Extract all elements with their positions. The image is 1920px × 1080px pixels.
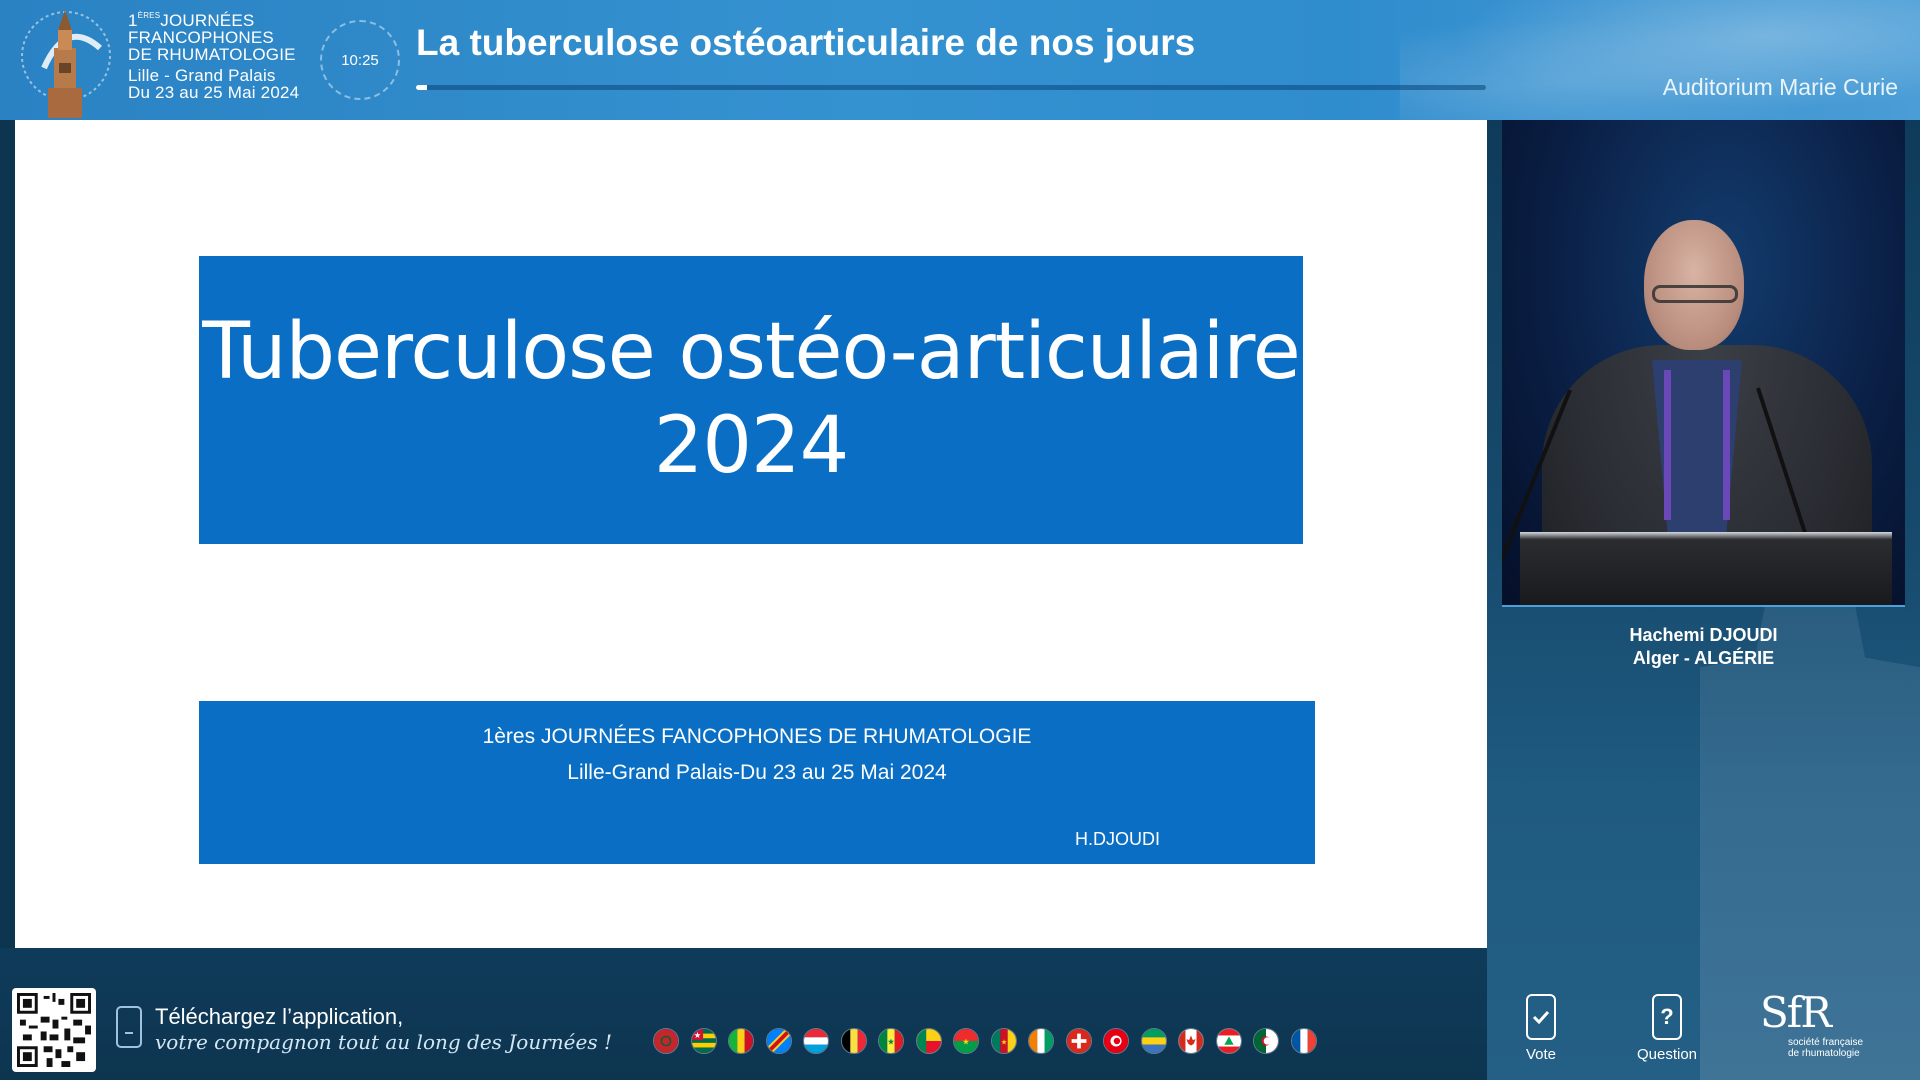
- app-qr-code[interactable]: [12, 988, 96, 1072]
- vote-button[interactable]: Vote: [1496, 994, 1586, 1068]
- question-button[interactable]: ? Question: [1622, 994, 1712, 1068]
- switzerland-flag-icon: [1065, 1028, 1092, 1054]
- svg-text:★: ★: [962, 1037, 969, 1047]
- algeria-flag-icon: [1253, 1028, 1279, 1054]
- svg-text:★: ★: [693, 1030, 700, 1040]
- session-clock: 10:25: [320, 20, 400, 100]
- sfr-logo-subtitle-line1: société française: [1788, 1037, 1864, 1048]
- speaker-video: [1502, 120, 1905, 607]
- app-download-heading: Téléchargez l’application,: [155, 1004, 404, 1029]
- speaker-caption: Hachemi DJOUDI Alger - ALGÉRIE: [1502, 624, 1905, 670]
- slide-title-line1: Tuberculose ostéo-articulaire: [202, 307, 1300, 398]
- slide-author: H.DJOUDI: [1075, 829, 1160, 849]
- session-title: La tuberculose ostéoarticulaire de nos j…: [416, 22, 1196, 63]
- speaker-glasses: [1652, 285, 1738, 303]
- presentation-slide: Tuberculose ostéo-articulaire 2024 1ères…: [15, 120, 1487, 948]
- sky-decoration: [1400, 0, 1920, 120]
- event-title-line1: 1ÈRESJOURNÉES: [128, 11, 255, 30]
- sfr-logo: SfR société française de rhumatologie: [1760, 988, 1880, 1068]
- slide-info-line2: Lille-Grand Palais-Du 23 au 25 Mai 2024: [567, 761, 947, 784]
- phone-download-icon: [116, 1006, 142, 1048]
- lebanon-flag-icon: [1215, 1028, 1242, 1054]
- vote-label: Vote: [1525, 1046, 1557, 1063]
- canada-flag-icon: [1178, 1028, 1204, 1054]
- question-mark-icon: ?: [1660, 1004, 1674, 1029]
- slide-title-box: Tuberculose ostéo-articulaire 2024: [199, 256, 1303, 544]
- country-flags: ★ ★ ★ ★: [653, 1028, 1317, 1054]
- speaker-name: Hachemi DJOUDI: [1629, 625, 1778, 645]
- event-title-line2: FRANCOPHONES: [128, 28, 274, 47]
- question-label: Question: [1636, 1046, 1698, 1063]
- podium-monitor: [1520, 532, 1892, 605]
- event-dates: Du 23 au 25 Mai 2024: [128, 83, 300, 102]
- ivory-coast-flag-icon: [1028, 1028, 1054, 1054]
- slide-title-line2: 2024: [653, 401, 850, 491]
- mali-flag-icon: [728, 1028, 754, 1054]
- slide-info-line1: 1ères JOURNÉES FANCOPHONES DE RHUMATOLOG…: [482, 725, 1032, 748]
- tunisia-flag-icon: [1103, 1028, 1129, 1054]
- burkina-faso-flag-icon: ★: [953, 1028, 979, 1054]
- room-name: Auditorium Marie Curie: [1662, 74, 1898, 100]
- session-progress-bar: [416, 85, 1486, 90]
- svg-text:★: ★: [887, 1037, 894, 1047]
- qr-code-icon: [17, 993, 91, 1067]
- event-city: Lille - Grand Palais: [128, 66, 276, 85]
- cameroon-flag-icon: ★: [990, 1028, 1017, 1054]
- togo-flag-icon: ★: [690, 1028, 717, 1054]
- morocco-flag-icon: [653, 1028, 679, 1054]
- question-phone-icon: ?: [1652, 994, 1682, 1040]
- sfr-logo-subtitle-line2: de rhumatologie: [1788, 1048, 1860, 1059]
- event-title-block: 1ÈRESJOURNÉES FRANCOPHONES DE RHUMATOLOG…: [128, 11, 300, 102]
- france-flag-icon: [1290, 1028, 1317, 1054]
- belgium-flag-icon: [840, 1028, 867, 1054]
- speaker-lanyard: [1664, 370, 1730, 520]
- luxembourg-flag-icon: [803, 1028, 829, 1054]
- slide-info-box: 1ères JOURNÉES FANCOPHONES DE RHUMATOLOG…: [199, 701, 1315, 864]
- gabon-flag-icon: [1140, 1028, 1167, 1054]
- senegal-flag-icon: ★: [878, 1028, 904, 1054]
- vote-phone-icon: [1526, 994, 1556, 1040]
- speaker-location: Alger - ALGÉRIE: [1632, 648, 1775, 668]
- session-progress-fill: [416, 85, 427, 90]
- app-download-tagline: votre compagnon tout au long des Journée…: [155, 1030, 612, 1054]
- belfry-logo-icon: [21, 10, 111, 118]
- sfr-logo-mark: SfR: [1760, 988, 1832, 1037]
- event-title-line3: DE RHUMATOLOGIE: [128, 45, 296, 64]
- checkmark-icon: [1532, 1010, 1550, 1024]
- svg-text:★: ★: [1000, 1038, 1007, 1047]
- dr-congo-flag-icon: [765, 1028, 792, 1054]
- top-banner: 1ÈRESJOURNÉES FRANCOPHONES DE RHUMATOLOG…: [0, 0, 1920, 120]
- benin-flag-icon: [915, 1028, 942, 1054]
